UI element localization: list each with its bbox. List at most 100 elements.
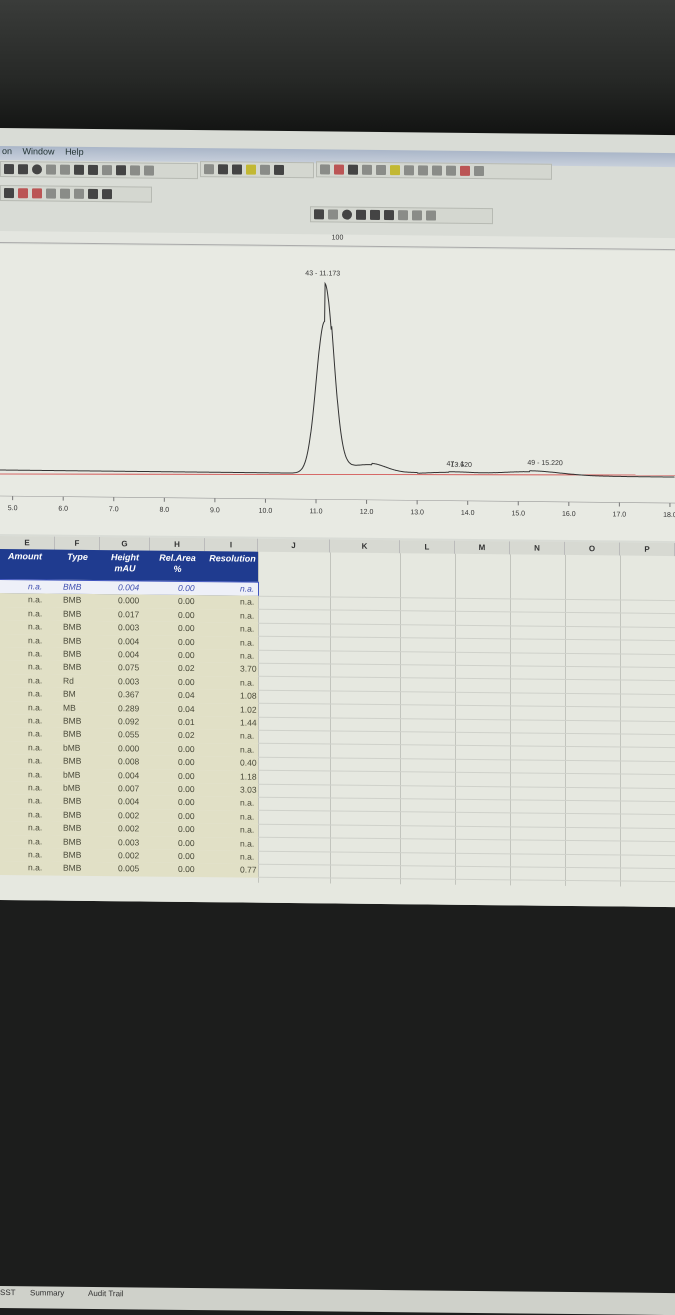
column-header[interactable]: P bbox=[620, 542, 675, 557]
print-icon[interactable] bbox=[46, 188, 56, 199]
grid-line bbox=[258, 783, 675, 789]
grid-icon[interactable] bbox=[260, 164, 270, 175]
column-header[interactable]: I bbox=[205, 538, 258, 552]
tool-icon[interactable] bbox=[390, 165, 400, 176]
grid-line bbox=[258, 689, 675, 695]
header-height[interactable]: Height mAU bbox=[100, 552, 150, 575]
header-relarea[interactable]: Rel.Area% bbox=[150, 553, 205, 576]
list-icon[interactable] bbox=[102, 165, 112, 176]
menu-item-window[interactable]: Window bbox=[23, 146, 55, 156]
cell: n.a. bbox=[28, 715, 43, 726]
report-icon[interactable] bbox=[334, 164, 344, 175]
column-header[interactable]: J bbox=[258, 538, 330, 553]
x-tick-label: 5.0 bbox=[8, 505, 18, 512]
table-icon[interactable] bbox=[404, 165, 414, 176]
tool-icon[interactable] bbox=[474, 165, 484, 177]
cut-icon[interactable] bbox=[60, 188, 70, 199]
zoom-icon[interactable] bbox=[204, 164, 214, 175]
header-relarea-label: Rel.Area bbox=[159, 552, 196, 564]
cell: n.a. bbox=[240, 851, 255, 862]
cell: BMB bbox=[63, 809, 82, 820]
grid-line bbox=[258, 823, 675, 829]
cell: BMB bbox=[63, 729, 82, 740]
tab-audit-trail[interactable]: Audit Trail bbox=[88, 1289, 124, 1298]
cell: 0.00 bbox=[178, 824, 195, 835]
header-resolution[interactable]: Resolution bbox=[205, 553, 260, 565]
column-header[interactable]: N bbox=[510, 541, 565, 555]
grid-line bbox=[258, 716, 675, 722]
x-tick-label: 18.0 bbox=[663, 512, 675, 519]
heart-icon[interactable] bbox=[116, 165, 126, 176]
menu-item-partial[interactable]: on bbox=[2, 146, 12, 156]
table-icon[interactable] bbox=[418, 165, 428, 176]
copy-icon[interactable] bbox=[74, 188, 84, 199]
grid-line bbox=[258, 702, 675, 709]
application-window: on Window Help 100 43 - 11.173 47 - 1 49 -… bbox=[0, 128, 675, 1315]
pin-icon[interactable] bbox=[60, 164, 70, 175]
column-header[interactable]: H bbox=[150, 537, 205, 552]
column-header[interactable]: M bbox=[455, 540, 510, 555]
cell: 0.00 bbox=[178, 837, 195, 848]
tool-icon[interactable] bbox=[130, 165, 140, 176]
cell: 0.00 bbox=[178, 864, 195, 875]
cell: n.a. bbox=[240, 838, 255, 849]
axis-icon[interactable] bbox=[46, 164, 56, 175]
table-row[interactable]: n.a. BMB 0.005 0.00 0.77 bbox=[0, 861, 258, 878]
menu-item-help[interactable]: Help bbox=[65, 147, 84, 157]
grid-line bbox=[258, 635, 675, 642]
header-type[interactable]: Type bbox=[55, 552, 100, 563]
toolbar-processing bbox=[316, 161, 552, 180]
chart-icon[interactable] bbox=[74, 164, 84, 175]
grid-line bbox=[258, 649, 675, 655]
tool-icon[interactable] bbox=[4, 164, 14, 175]
search-icon[interactable] bbox=[348, 164, 358, 175]
tool-icon[interactable] bbox=[218, 164, 228, 175]
pause-icon[interactable] bbox=[370, 209, 380, 220]
cell: BMB bbox=[63, 836, 82, 847]
stop-icon[interactable] bbox=[356, 209, 366, 220]
record-icon[interactable] bbox=[32, 164, 42, 175]
cell: n.a. bbox=[28, 835, 43, 847]
window-icon[interactable] bbox=[320, 164, 330, 175]
tool-icon[interactable] bbox=[460, 165, 470, 176]
record-icon[interactable] bbox=[342, 209, 352, 220]
grid-line bbox=[258, 836, 675, 843]
tool-icon[interactable] bbox=[144, 165, 154, 176]
save-icon[interactable] bbox=[4, 188, 14, 199]
column-header[interactable]: K bbox=[330, 539, 400, 554]
tool-icon[interactable] bbox=[362, 164, 372, 175]
column-header[interactable]: L bbox=[400, 540, 455, 554]
column-header[interactable]: G bbox=[100, 537, 150, 551]
cell: n.a. bbox=[28, 634, 43, 646]
cell: 0.003 bbox=[118, 622, 140, 633]
inject-icon[interactable] bbox=[314, 209, 324, 220]
report-icon[interactable] bbox=[32, 188, 42, 199]
play-icon[interactable] bbox=[384, 210, 394, 221]
cell: n.a. bbox=[240, 623, 255, 634]
paste-icon[interactable] bbox=[88, 188, 98, 200]
cell: n.a. bbox=[28, 809, 43, 820]
tool-icon[interactable] bbox=[412, 210, 422, 221]
column-header[interactable]: E bbox=[0, 536, 55, 550]
tab-sst[interactable]: SST bbox=[0, 1288, 16, 1297]
help-icon[interactable] bbox=[102, 189, 112, 200]
cell: 0.00 bbox=[178, 770, 195, 781]
column-header[interactable]: O bbox=[565, 541, 620, 556]
tab-summary[interactable]: Summary bbox=[30, 1288, 64, 1297]
vial-icon[interactable] bbox=[432, 165, 442, 176]
tool-icon[interactable] bbox=[18, 164, 28, 175]
tool-icon[interactable] bbox=[246, 164, 256, 175]
table-icon[interactable] bbox=[88, 164, 98, 176]
tool-icon[interactable] bbox=[426, 210, 436, 221]
tool-icon[interactable] bbox=[328, 209, 338, 220]
tool-icon[interactable] bbox=[274, 164, 284, 175]
tool-icon[interactable] bbox=[376, 164, 386, 176]
tool-icon[interactable] bbox=[232, 164, 242, 175]
cell: BMB bbox=[63, 648, 82, 659]
header-amount[interactable]: Amount bbox=[0, 551, 50, 563]
report-icon[interactable] bbox=[18, 188, 28, 199]
vial-icon[interactable] bbox=[446, 165, 456, 176]
column-header[interactable]: F bbox=[55, 536, 100, 551]
cell: 0.004 bbox=[118, 635, 140, 647]
swap-icon[interactable] bbox=[398, 210, 408, 221]
